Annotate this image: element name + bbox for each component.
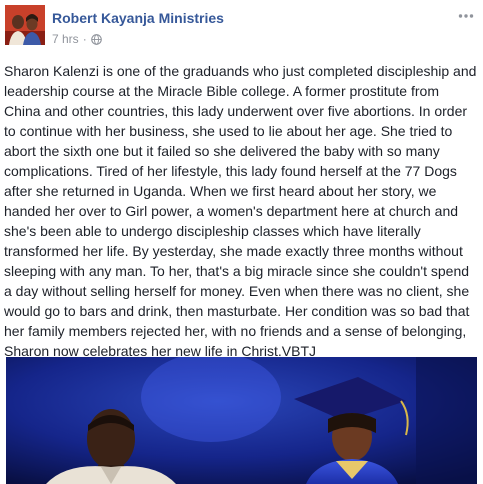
graduation-photo — [6, 357, 477, 484]
post-timestamp[interactable]: 7 hrs — [52, 32, 79, 46]
post-meta: 7 hrs · — [52, 32, 102, 46]
post-text-line: transformed her life. By yesterday, she … — [4, 243, 463, 259]
avatar-photo — [5, 5, 45, 45]
meta-separator: · — [82, 32, 87, 46]
post-text-line: her family members rejected her, with no… — [4, 323, 467, 339]
facebook-post: Robert Kayanja Ministries 7 hrs · Sharon… — [0, 0, 483, 484]
post-text-line: Sharon Kalenzi is one of the graduands w… — [4, 63, 477, 79]
post-photo[interactable] — [6, 357, 477, 484]
post-text-line: China and other countries, this lady und… — [4, 103, 468, 119]
post-text-line: sleeping with any man. To her, that's a … — [4, 263, 470, 279]
post-body-text: Sharon Kalenzi is one of the graduands w… — [4, 61, 480, 361]
post-text-line: to continue with her business, she used … — [4, 123, 453, 139]
more-options-button[interactable] — [457, 9, 475, 23]
post-text-line: a day without selling herself for money.… — [4, 283, 470, 299]
post-text-line: abort the sixth one but it failed so she… — [4, 143, 440, 159]
post-text-line: after she returned in Uganda. When we fi… — [4, 183, 437, 199]
post-text-line: handed her over to Girl power, a women's… — [4, 203, 459, 219]
more-options-icon — [458, 14, 474, 18]
post-text-line: would go to bars and drink, then masturb… — [4, 303, 470, 319]
post-text-line: she's been able to undergo discipleship … — [4, 223, 421, 239]
post-text-line: leadership course at the Miracle Bible c… — [4, 83, 439, 99]
page-avatar[interactable] — [5, 5, 45, 45]
post-header: Robert Kayanja Ministries 7 hrs · — [0, 0, 483, 56]
page-name-link[interactable]: Robert Kayanja Ministries — [52, 10, 224, 26]
globe-icon[interactable] — [90, 33, 102, 45]
post-text-line: complications. Tired of her lifestyle, t… — [4, 163, 457, 179]
